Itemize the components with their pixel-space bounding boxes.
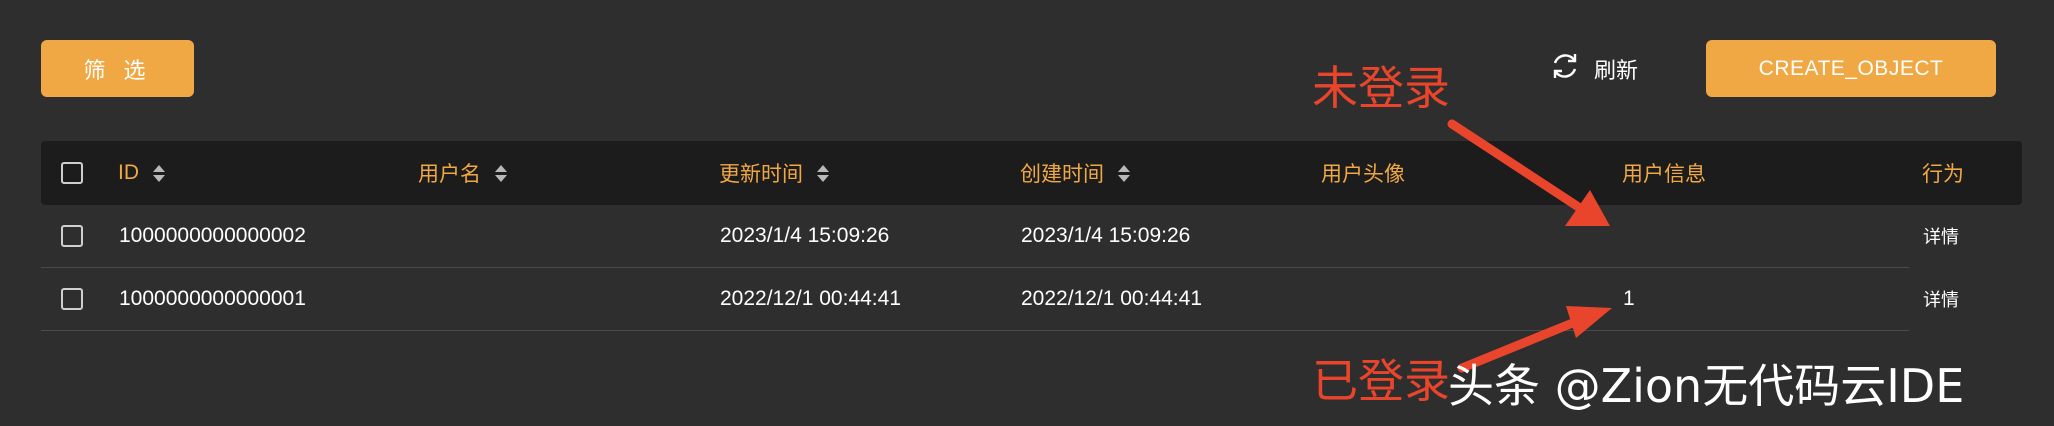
- data-table: ID 用户名 更新时间 创建时间 用户头像 用户信息 行为 1000000000…: [41, 141, 2022, 331]
- filter-button[interactable]: 筛 选: [41, 40, 194, 97]
- row-checkbox[interactable]: [61, 225, 83, 247]
- column-header-id[interactable]: ID: [118, 141, 165, 205]
- sort-icon[interactable]: [1118, 164, 1130, 182]
- create-object-button[interactable]: CREATE_OBJECT: [1706, 40, 1996, 97]
- cell-created: 2022/12/1 00:44:41: [1021, 287, 1203, 310]
- cell-info: 1: [1623, 287, 1635, 310]
- cell-created: 2023/1/4 15:09:26: [1021, 224, 1191, 247]
- table-header: ID 用户名 更新时间 创建时间 用户头像 用户信息 行为: [41, 141, 2022, 205]
- select-all-checkbox[interactable]: [61, 162, 83, 184]
- annotation-not-logged-in: 未登录: [1312, 61, 1450, 115]
- column-label: 用户头像: [1321, 163, 1405, 186]
- refresh-label: 刷新: [1594, 58, 1639, 83]
- column-label: ID: [118, 161, 139, 184]
- sort-icon[interactable]: [153, 164, 165, 182]
- cell-id: 1000000000000002: [119, 224, 306, 247]
- refresh-button[interactable]: 刷新: [1548, 48, 1638, 90]
- column-header-avatar: 用户头像: [1321, 141, 1405, 205]
- column-header-created[interactable]: 创建时间: [1020, 141, 1130, 205]
- column-label: 更新时间: [719, 163, 803, 186]
- annotation-logged-in: 已登录: [1312, 354, 1450, 408]
- page: 筛 选 刷新 CREATE_OBJECT ID 用户名 更新时间 创建时间 用户…: [0, 0, 2054, 426]
- cell-id: 1000000000000001: [119, 287, 306, 310]
- table-row: 1000000000000001 2022/12/1 00:44:41 2022…: [41, 268, 1909, 331]
- sort-icon[interactable]: [817, 164, 829, 182]
- detail-link[interactable]: 详情: [1923, 205, 1959, 267]
- watermark: 头条 @Zion无代码云IDE: [1448, 359, 1965, 413]
- cell-updated: 2023/1/4 15:09:26: [720, 224, 890, 247]
- table-row: 1000000000000002 2023/1/4 15:09:26 2023/…: [41, 205, 1909, 268]
- column-header-username[interactable]: 用户名: [418, 141, 507, 205]
- column-header-info: 用户信息: [1622, 141, 1706, 205]
- column-header-updated[interactable]: 更新时间: [719, 141, 829, 205]
- row-checkbox[interactable]: [61, 288, 83, 310]
- column-header-action: 行为: [1922, 141, 1964, 205]
- column-label: 用户名: [418, 163, 481, 186]
- detail-link[interactable]: 详情: [1923, 268, 1959, 330]
- column-label: 创建时间: [1020, 163, 1104, 186]
- cell-updated: 2022/12/1 00:44:41: [720, 287, 902, 310]
- refresh-icon: [1548, 49, 1582, 89]
- column-label: 用户信息: [1622, 163, 1706, 186]
- sort-icon[interactable]: [495, 164, 507, 182]
- column-label: 行为: [1922, 163, 1964, 186]
